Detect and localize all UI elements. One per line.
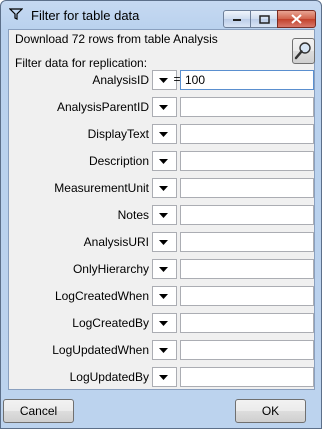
- window-title: Filter for table data: [31, 8, 140, 23]
- filter-value-input[interactable]: [180, 205, 314, 225]
- filter-row: AnalysisURI: [9, 231, 316, 253]
- maximize-icon: [258, 14, 270, 24]
- filter-row: DisplayText: [9, 123, 316, 145]
- filter-row: LogUpdatedBy: [9, 366, 316, 388]
- filter-value-input[interactable]: [180, 70, 314, 90]
- filter-value-input[interactable]: [180, 313, 314, 333]
- filter-row: AnalysisID =: [9, 69, 316, 91]
- dropdown-arrow-icon: [159, 240, 168, 245]
- filter-row: AnalysisParentID: [9, 96, 316, 118]
- close-icon: [291, 14, 302, 24]
- dropdown-arrow-icon: [159, 105, 168, 110]
- filter-field-label: AnalysisID: [92, 73, 149, 87]
- dropdown-arrow-icon: [159, 159, 168, 164]
- filter-value-input[interactable]: [180, 340, 314, 360]
- filter-field-label: MeasurementUnit: [54, 181, 149, 195]
- title-bar[interactable]: Filter for table data: [1, 1, 321, 29]
- filter-field-label: OnlyHierarchy: [72, 262, 149, 276]
- filter-row: LogCreatedBy: [9, 312, 316, 334]
- dropdown-arrow-icon: [159, 321, 168, 326]
- filter-field-label: LogUpdatedWhen: [52, 343, 149, 357]
- filter-field-label: LogCreatedWhen: [54, 289, 149, 303]
- funnel-icon: [9, 8, 23, 20]
- filter-value-input[interactable]: [180, 151, 314, 171]
- filter-field-label: LogCreatedBy: [72, 316, 149, 330]
- filter-row: LogCreatedWhen: [9, 285, 316, 307]
- filter-row: OnlyHierarchy: [9, 258, 316, 280]
- filter-field-label: LogUpdatedBy: [69, 370, 149, 384]
- filter-row: LogUpdatedWhen: [9, 339, 316, 361]
- search-button[interactable]: [292, 38, 315, 64]
- dropdown-arrow-icon: [159, 348, 168, 353]
- dialog-body: Download 72 rows from table Analysis Fil…: [8, 29, 315, 390]
- dropdown-arrow-icon: [159, 267, 168, 272]
- filter-field-label: AnalysisURI: [83, 235, 149, 249]
- filter-value-input[interactable]: [180, 124, 314, 144]
- filter-field-label: Notes: [117, 208, 149, 222]
- filter-value-input[interactable]: [180, 286, 314, 306]
- maximize-button[interactable]: [250, 10, 278, 28]
- dropdown-arrow-icon: [159, 132, 168, 137]
- filter-field-label: AnalysisParentID: [56, 100, 149, 114]
- cancel-button[interactable]: Cancel: [3, 399, 74, 423]
- filter-value-input[interactable]: [180, 97, 314, 117]
- magnifier-icon: [294, 42, 311, 60]
- filter-row: Description: [9, 150, 316, 172]
- ok-button[interactable]: OK: [235, 399, 306, 423]
- dropdown-arrow-icon: [159, 186, 168, 191]
- filter-section-label: Filter data for replication:: [15, 56, 148, 70]
- dropdown-arrow-icon: [159, 78, 168, 83]
- filter-value-input[interactable]: [180, 259, 314, 279]
- filter-value-input[interactable]: [180, 232, 314, 252]
- filter-row: Notes: [9, 204, 316, 226]
- minimize-button[interactable]: [223, 10, 251, 28]
- close-button[interactable]: [277, 10, 316, 28]
- filter-field-label: Description: [88, 154, 149, 168]
- filter-dialog-window: Filter for table data Download 72 rows f…: [0, 0, 322, 429]
- filter-row: MeasurementUnit: [9, 177, 316, 199]
- filter-field-label: DisplayText: [87, 127, 149, 141]
- dropdown-arrow-icon: [159, 213, 168, 218]
- filter-value-input[interactable]: [180, 178, 314, 198]
- download-info-text: Download 72 rows from table Analysis: [15, 32, 218, 46]
- dropdown-arrow-icon: [159, 294, 168, 299]
- minimize-icon: [233, 19, 241, 21]
- filter-value-input[interactable]: [180, 367, 314, 387]
- dropdown-arrow-icon: [159, 375, 168, 380]
